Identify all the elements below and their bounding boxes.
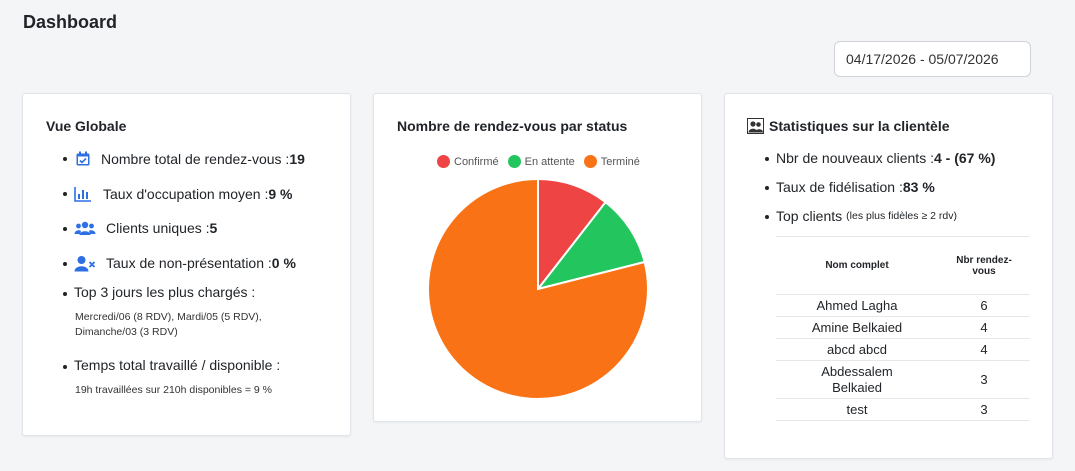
pie-chart [427, 177, 649, 400]
bullet [63, 157, 67, 161]
client-stats-title-row: Statistiques sur la clientèle [747, 118, 950, 134]
bar-chart-icon [74, 185, 92, 203]
users-group-icon [747, 118, 764, 134]
client-name: Ahmed Lagha [776, 294, 938, 317]
date-range-picker[interactable]: 04/17/2026 - 05/07/2026 [834, 41, 1031, 77]
stat-total-appointments: Nombre total de rendez-vous : 19 [74, 150, 305, 168]
top-clients-label: Top clients [776, 208, 843, 224]
bullet [63, 192, 67, 196]
stat-label: Nombre total de rendez-vous : [101, 151, 290, 167]
stat-value: 9 % [268, 186, 293, 202]
stat-label: Taux de non-présentation : [106, 255, 272, 271]
calendar-check-icon [74, 150, 92, 168]
table-row: Amine Belkaied 4 [776, 316, 1030, 339]
column-header-count-line-2: vous [972, 265, 996, 277]
stat-value: 19 [289, 151, 305, 167]
stat-value: 83 % [902, 179, 935, 195]
table-row: test 3 [776, 398, 1030, 421]
client-count: 3 [938, 360, 1030, 399]
column-header-name: Nom complet [776, 236, 938, 295]
client-count: 3 [938, 398, 1030, 421]
bullet [765, 186, 769, 190]
top-days-label: Top 3 jours les plus chargés : [74, 284, 256, 300]
stat-value: 0 % [271, 255, 296, 271]
bullet [63, 262, 67, 266]
bullet [765, 157, 769, 161]
client-count: 4 [938, 338, 1030, 361]
client-name: Amine Belkaied [776, 316, 938, 339]
bullet [765, 215, 769, 219]
column-header-count-line-1: Nbr rendez- [956, 254, 1012, 266]
client-stats-title: Statistiques sur la clientèle [769, 118, 950, 134]
stat-value: 5 [209, 220, 218, 236]
client-name-line-2: Belkaied [832, 379, 882, 395]
stat-label: Taux d'occupation moyen : [103, 186, 269, 202]
top-clients-note: (les plus fidèles ≥ 2 rdv) [846, 210, 957, 222]
top-clients-label-row: Top clients (les plus fidèles ≥ 2 rdv) [776, 208, 957, 224]
overview-title: Vue Globale [46, 118, 127, 134]
client-name: test [776, 398, 938, 421]
stat-unique-clients: Clients uniques : 5 [74, 219, 217, 237]
top-clients-table: Nom complet Nbr rendez- vous Ahmed Lagha… [776, 236, 1030, 421]
stat-label: Nbr de nouveaux clients : [776, 150, 934, 166]
table-header-row: Nom complet Nbr rendez- vous [776, 236, 1030, 295]
overview-card: Vue Globale Nombre total de rendez-vous … [22, 93, 351, 436]
status-chart-card: Nombre de rendez-vous par status Confirm… [373, 93, 702, 422]
bullet [63, 227, 67, 231]
page-title: Dashboard [23, 12, 118, 32]
column-header-count: Nbr rendez- vous [938, 236, 1030, 295]
stat-label: Clients uniques : [106, 220, 210, 236]
stat-loyalty-rate: Taux de fidélisation : 83 % [776, 179, 935, 195]
client-name-line-1: Abdessalem [821, 363, 893, 379]
top-days-line-2: Dimanche/03 (3 RDV) [75, 326, 178, 338]
users-icon [74, 219, 96, 237]
stat-occupancy-rate: Taux d'occupation moyen : 9 % [74, 185, 292, 203]
stat-no-show-rate: Taux de non-présentation : 0 % [74, 254, 296, 272]
client-count: 6 [938, 294, 1030, 317]
bullet [63, 365, 67, 369]
client-count: 4 [938, 316, 1030, 339]
user-x-icon [74, 254, 96, 272]
client-name: abcd abcd [776, 338, 938, 361]
table-row: Ahmed Lagha 6 [776, 294, 1030, 317]
table-row: Abdessalem Belkaied 3 [776, 360, 1030, 399]
client-stats-card: Statistiques sur la clientèle Nbr de nou… [724, 93, 1053, 459]
table-row: abcd abcd 4 [776, 338, 1030, 361]
worked-time-label: Temps total travaillé / disponible : [74, 357, 281, 373]
stat-label: Taux de fidélisation : [776, 179, 903, 195]
stat-new-clients: Nbr de nouveaux clients : 4 - (67 %) [776, 150, 995, 166]
worked-time-detail: 19h travaillées sur 210h disponibles = 9… [75, 384, 272, 396]
top-days-line-1: Mercredi/06 (8 RDV), Mardi/05 (5 RDV), [75, 311, 262, 323]
bullet [63, 292, 67, 296]
client-name: Abdessalem Belkaied [776, 360, 938, 399]
stat-value: 4 - (67 %) [933, 150, 996, 166]
